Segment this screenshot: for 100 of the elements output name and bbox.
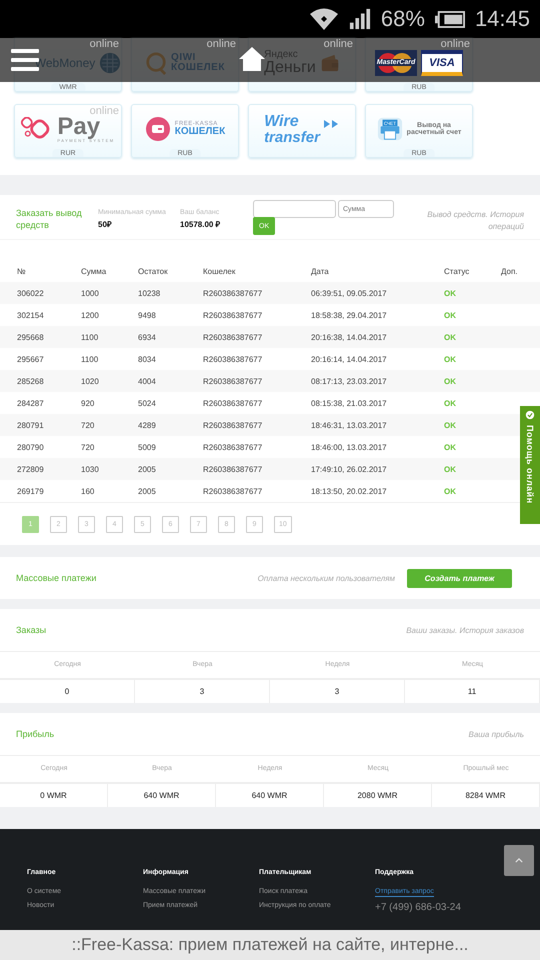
table-cell-text: 1100 (81, 332, 100, 342)
table-cell-text: 8034 (138, 354, 157, 364)
history-link[interactable]: Вывод средств. История операций (394, 209, 524, 233)
column-header: Дата (311, 266, 330, 276)
table-cell-text: 6934 (138, 332, 157, 342)
table-cell-text: 720 (81, 442, 96, 452)
battery-icon (434, 10, 465, 28)
check-icon (525, 410, 535, 420)
table-cell-text: OK (444, 486, 457, 496)
table-cell-text: 920 (81, 398, 96, 408)
column-header: Доп. (501, 266, 519, 276)
table-cell-text: 160 (81, 486, 96, 496)
chevron-up-icon (515, 858, 523, 863)
table-cell-text: R260386387677 (203, 288, 264, 298)
table-cell-text: 295667 (16, 354, 45, 364)
section-title: Прибыль (16, 729, 54, 739)
table-cell-text: R260386387677 (203, 420, 264, 430)
table-cell-text: 08:15:38, 21.03.2017 (311, 398, 388, 408)
table-cell-text: R260386387677 (203, 486, 264, 496)
table-cell-text: OK (444, 442, 457, 452)
table-cell-text: R260386387677 (203, 376, 264, 386)
section-note: Ваши заказы. История заказов (405, 626, 524, 634)
logo-text: Wire (264, 114, 300, 130)
table-cell-text: 272809 (16, 464, 45, 474)
withdraw-title[interactable]: Заказать вывод средств (16, 207, 98, 231)
table-cell-text: 720 (81, 420, 96, 430)
clock: 14:45 (474, 6, 530, 32)
payment-tile[interactable]: Wire transfer (248, 104, 356, 158)
table-cell-text: 9498 (138, 310, 157, 320)
table-cell-text: OK (444, 376, 457, 386)
table-cell-text: 1030 (81, 464, 100, 474)
page-title: ::Free-Kassa: прием платежей на сайте, интерне... (72, 935, 468, 955)
table-cell-text: 269179 (16, 486, 45, 496)
table-cell-text: 1020 (81, 376, 100, 386)
table-cell-text: OK (444, 288, 457, 298)
logo-text: transfer (264, 130, 320, 144)
visa-logo: VISA (421, 50, 463, 76)
section-title: Массовые платежи (16, 573, 96, 583)
table-cell-text: 18:13:50, 20.02.2017 (311, 486, 388, 496)
min-amount-value: 50₽ (98, 219, 113, 229)
table-cell-text: 06:39:51, 09.05.2017 (311, 288, 388, 298)
column-header: Статус (444, 266, 470, 276)
create-payment-button[interactable]: Создать платеж (407, 568, 512, 588)
table-cell-text: 302154 (16, 310, 45, 320)
table-cell-text: 17:49:10, 26.02.2017 (311, 464, 388, 474)
table-cell-text: 306022 (16, 288, 45, 298)
section-note: Оплата нескольким пользователям (256, 574, 395, 582)
table-cell-text: R260386387677 (203, 332, 264, 342)
online-label: online (440, 39, 470, 50)
table-cell-text: R260386387677 (203, 310, 264, 320)
table-cell-text: 1000 (81, 288, 100, 298)
table-cell-text: 10238 (138, 288, 162, 298)
table-cell-text: 08:17:13, 23.03.2017 (311, 376, 388, 386)
printer-icon (378, 118, 402, 140)
battery-percent: 68% (380, 6, 425, 32)
online-label: online (206, 39, 236, 50)
wallet-badge-icon (144, 116, 171, 142)
balance-value: 10578.00 ₽ (180, 219, 222, 229)
column-header: Сумма (81, 266, 108, 276)
table-cell-text: R260386387677 (203, 354, 264, 364)
section-title: Заказы (16, 625, 46, 635)
table-cell-text: 20:16:14, 14.04.2017 (311, 354, 388, 364)
online-label: online (90, 106, 119, 117)
home-icon[interactable] (238, 46, 266, 72)
table-cell-text: R260386387677 (203, 464, 264, 474)
table-cell-text: OK (444, 332, 457, 342)
wallet-field[interactable] (253, 200, 336, 218)
column-header: Остаток (138, 266, 169, 276)
table-cell-text: R260386387677 (203, 398, 264, 408)
table-cell-text: 295668 (16, 332, 45, 342)
signal-icon (348, 8, 371, 30)
table-cell-text: 20:16:38, 14.04.2017 (311, 332, 388, 342)
table-cell-text: 2005 (138, 486, 157, 496)
table-cell-text: 18:46:00, 13.03.2017 (311, 442, 388, 452)
table-cell-text: 285268 (16, 376, 45, 386)
table-cell-text: OK (444, 310, 457, 320)
online-label: online (324, 39, 353, 50)
help-online-tab[interactable]: Помощь онлайн (520, 406, 540, 524)
wifi-icon (308, 7, 339, 31)
logo-text: КОШЕЛЕК (174, 127, 226, 137)
column-header: № (16, 266, 27, 276)
column-header: Кошелек (203, 266, 236, 276)
table-cell-text: 280791 (16, 420, 45, 430)
table-cell-text: 1100 (81, 354, 100, 364)
table-cell-text: 18:46:31, 13.03.2017 (311, 420, 388, 430)
arrows-icon (324, 120, 340, 128)
table-cell-text: R260386387677 (203, 442, 264, 452)
table-cell-text: OK (444, 354, 457, 364)
footer-link[interactable]: +7 (499) 686-03-24 (375, 902, 491, 913)
logo-text: Pay (57, 115, 100, 139)
table-cell-text: 4289 (138, 420, 157, 430)
table-cell-text: 280790 (16, 442, 45, 452)
table-cell-text: 5024 (138, 398, 157, 408)
table-cell-text: 4004 (138, 376, 157, 386)
section-note: Ваша прибыль (467, 730, 524, 738)
table-cell-text: OK (444, 398, 457, 408)
table-cell-text: 284287 (16, 398, 45, 408)
table-cell-text: OK (444, 420, 457, 430)
table-cell-text: 5009 (138, 442, 157, 452)
table-cell-text: 18:58:38, 29.04.2017 (311, 310, 388, 320)
